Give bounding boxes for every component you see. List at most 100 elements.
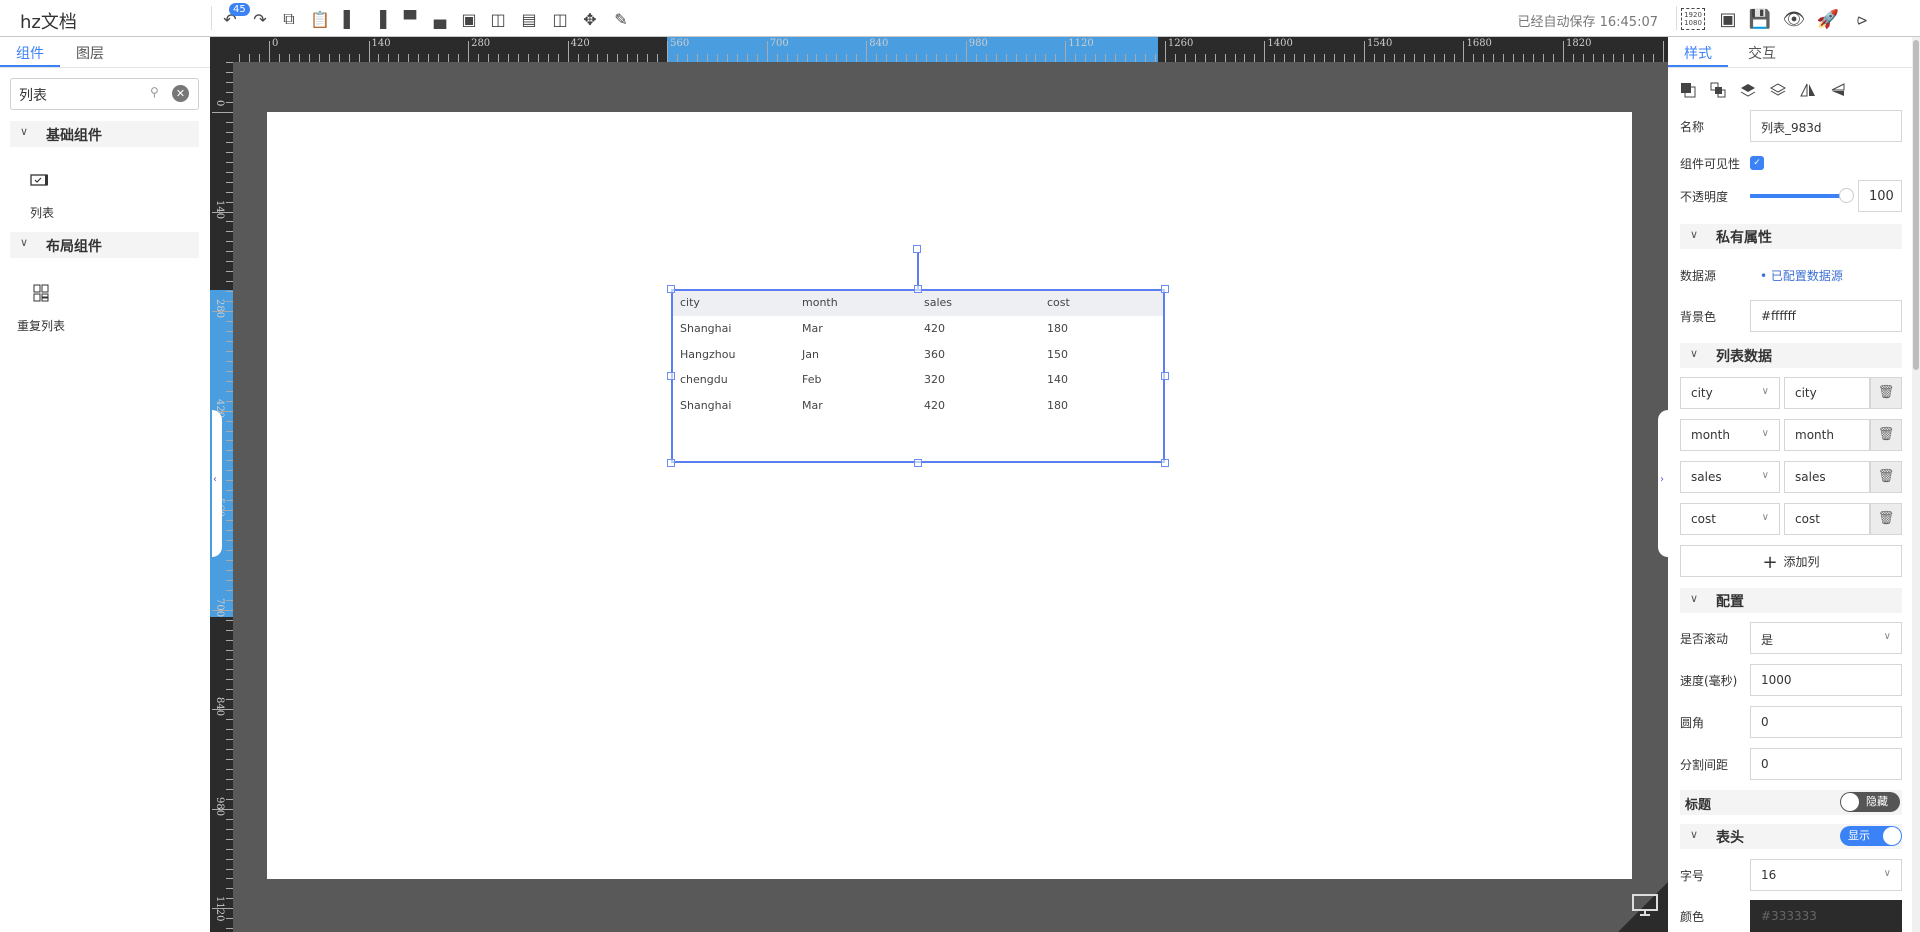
section-config[interactable]: ∨ 配置 [1680, 588, 1902, 613]
column-field-select[interactable]: city ∨ [1680, 377, 1780, 409]
clear-search-icon[interactable]: ✕ [172, 85, 189, 102]
resize-handle[interactable] [1161, 285, 1169, 293]
share-icon[interactable]: ⪧ [1851, 8, 1873, 30]
tab-components[interactable]: 组件 [16, 43, 44, 63]
column-field-select[interactable]: sales ∨ [1680, 461, 1780, 493]
ruler-tick [587, 54, 589, 62]
column-field-select[interactable]: cost ∨ [1680, 503, 1780, 535]
bring-to-front-icon[interactable] [1680, 82, 1696, 102]
tab-style[interactable]: 样式 [1684, 43, 1712, 63]
resolution-icon[interactable]: 1920 1080 [1681, 8, 1705, 30]
component-repeat-list[interactable]: 重复列表 [17, 317, 65, 334]
list-widget-icon[interactable] [30, 172, 50, 192]
table-header-cell: sales [924, 296, 953, 309]
column-title-input[interactable]: sales [1784, 461, 1870, 493]
name-input[interactable]: 列表_983d [1750, 110, 1902, 142]
ruler-tick [226, 380, 233, 382]
brush-icon[interactable]: ✎ [610, 8, 632, 30]
opacity-slider-track[interactable] [1750, 194, 1846, 198]
column-title-input[interactable]: month [1784, 419, 1870, 451]
horizontal-ruler[interactable]: 0 140 280 420 560 700 840 980 1120 1260 1400 1540 16… [210, 37, 1668, 62]
paste-icon[interactable]: 📋 [309, 8, 331, 30]
align-right-icon[interactable]: ▐ [369, 8, 391, 30]
resize-handle[interactable] [1161, 372, 1169, 380]
component-search-input[interactable]: 列表 [10, 78, 199, 110]
resize-handle[interactable] [667, 372, 675, 380]
artboard[interactable] [267, 112, 1632, 879]
font-size-select[interactable]: 16 ∨ [1750, 859, 1902, 891]
resize-handle[interactable] [667, 285, 675, 293]
section-private-props[interactable]: ∨ 私有属性 [1680, 224, 1902, 249]
rotate-handle[interactable] [913, 245, 921, 253]
scrollbar-thumb[interactable] [1913, 40, 1919, 370]
editor-canvas[interactable]: 0 140 280 420 560 700 840 980 1120 1260 1400 1540 16… [210, 37, 1668, 932]
column-title-input[interactable]: city [1784, 377, 1870, 409]
opacity-input[interactable]: 100 [1858, 180, 1902, 212]
list-table-widget[interactable]: city month sales cost Shanghai Mar 420 180 Hang… [671, 289, 1165, 463]
save-icon[interactable]: 💾 [1749, 8, 1771, 30]
bg-color-input[interactable]: #ffffff [1750, 300, 1902, 332]
align-left-icon[interactable]: ▌ [339, 8, 361, 30]
publish-icon[interactable]: 🚀 [1817, 8, 1839, 30]
resize-handle[interactable] [914, 459, 922, 467]
ruler-tick [697, 54, 699, 62]
table-cell: 150 [1047, 347, 1068, 361]
section-list-data[interactable]: ∨ 列表数据 [1680, 343, 1902, 368]
move-icon[interactable]: ✥ [579, 8, 601, 30]
resize-handle[interactable] [667, 459, 675, 467]
ruler-tick [226, 171, 233, 173]
ruler-tick [796, 54, 798, 62]
align-center-horizontal-icon[interactable]: ◫ [487, 8, 509, 30]
send-to-back-icon[interactable] [1710, 82, 1726, 102]
flip-horizontal-icon[interactable] [1800, 82, 1816, 102]
component-list[interactable]: 列表 [30, 204, 54, 221]
align-top-icon[interactable]: ▀ [399, 8, 421, 30]
align-center-vertical-icon[interactable]: ▣ [458, 8, 480, 30]
scroll-select[interactable]: 是 ∨ [1750, 622, 1902, 654]
collapse-left-panel-button[interactable]: ‹ [212, 410, 222, 557]
ruler-tick [1144, 54, 1146, 62]
radius-input[interactable]: 0 [1750, 706, 1902, 738]
search-icon[interactable]: ⚲ [150, 85, 159, 99]
column-field-select[interactable]: month ∨ [1680, 419, 1780, 451]
section-layout-components[interactable]: ∨ 布局组件 [10, 232, 199, 258]
title-toggle[interactable]: 隐藏 [1840, 792, 1900, 812]
header-toggle[interactable]: 显示 [1840, 826, 1902, 846]
flip-vertical-icon[interactable] [1830, 82, 1846, 102]
ruler-tick [298, 54, 300, 62]
preview-icon[interactable]: 👁 [1783, 8, 1806, 30]
distribute-horizontal-icon[interactable]: ◫ [549, 8, 571, 30]
speed-input[interactable]: 1000 [1750, 664, 1902, 696]
ruler-tick [975, 54, 977, 62]
opacity-slider-thumb[interactable] [1839, 188, 1854, 203]
align-bottom-icon[interactable]: ▄ [429, 8, 451, 30]
add-column-button[interactable]: + 添加列 [1680, 545, 1902, 577]
collapse-right-panel-button[interactable]: › [1658, 410, 1668, 557]
tab-layers[interactable]: 图层 [76, 43, 104, 63]
visibility-checkbox[interactable]: ✓ [1750, 156, 1764, 170]
gap-input[interactable]: 0 [1750, 748, 1902, 780]
delete-column-button[interactable]: 🗑 [1870, 377, 1902, 409]
column-title-input[interactable]: cost [1784, 503, 1870, 535]
redo-icon[interactable]: ↷ [249, 8, 271, 30]
ruler-tick [706, 54, 708, 62]
copy-icon[interactable]: ⧉ [278, 8, 300, 30]
delete-column-button[interactable]: 🗑 [1870, 503, 1902, 535]
distribute-vertical-icon[interactable]: ▤ [518, 8, 540, 30]
resize-handle[interactable] [1161, 459, 1169, 467]
resize-handle[interactable] [914, 285, 922, 293]
datasource-status[interactable]: • 已配置数据源 [1760, 267, 1843, 284]
fit-screen-icon[interactable]: ▣ [1717, 8, 1739, 30]
delete-column-button[interactable]: 🗑 [1870, 461, 1902, 493]
font-size-label: 字号 [1680, 869, 1705, 883]
monitor-icon[interactable] [1632, 894, 1658, 920]
ruler-label: 1260 [1167, 38, 1194, 49]
color-input[interactable]: #333333 [1750, 900, 1902, 932]
repeat-list-icon[interactable] [33, 284, 51, 306]
ruler-tick [1473, 54, 1475, 62]
move-down-icon[interactable] [1769, 82, 1787, 102]
section-basic-components[interactable]: ∨ 基础组件 [10, 121, 199, 147]
delete-column-button[interactable]: 🗑 [1870, 419, 1902, 451]
move-up-icon[interactable] [1740, 82, 1756, 102]
tab-interaction[interactable]: 交互 [1748, 43, 1776, 63]
